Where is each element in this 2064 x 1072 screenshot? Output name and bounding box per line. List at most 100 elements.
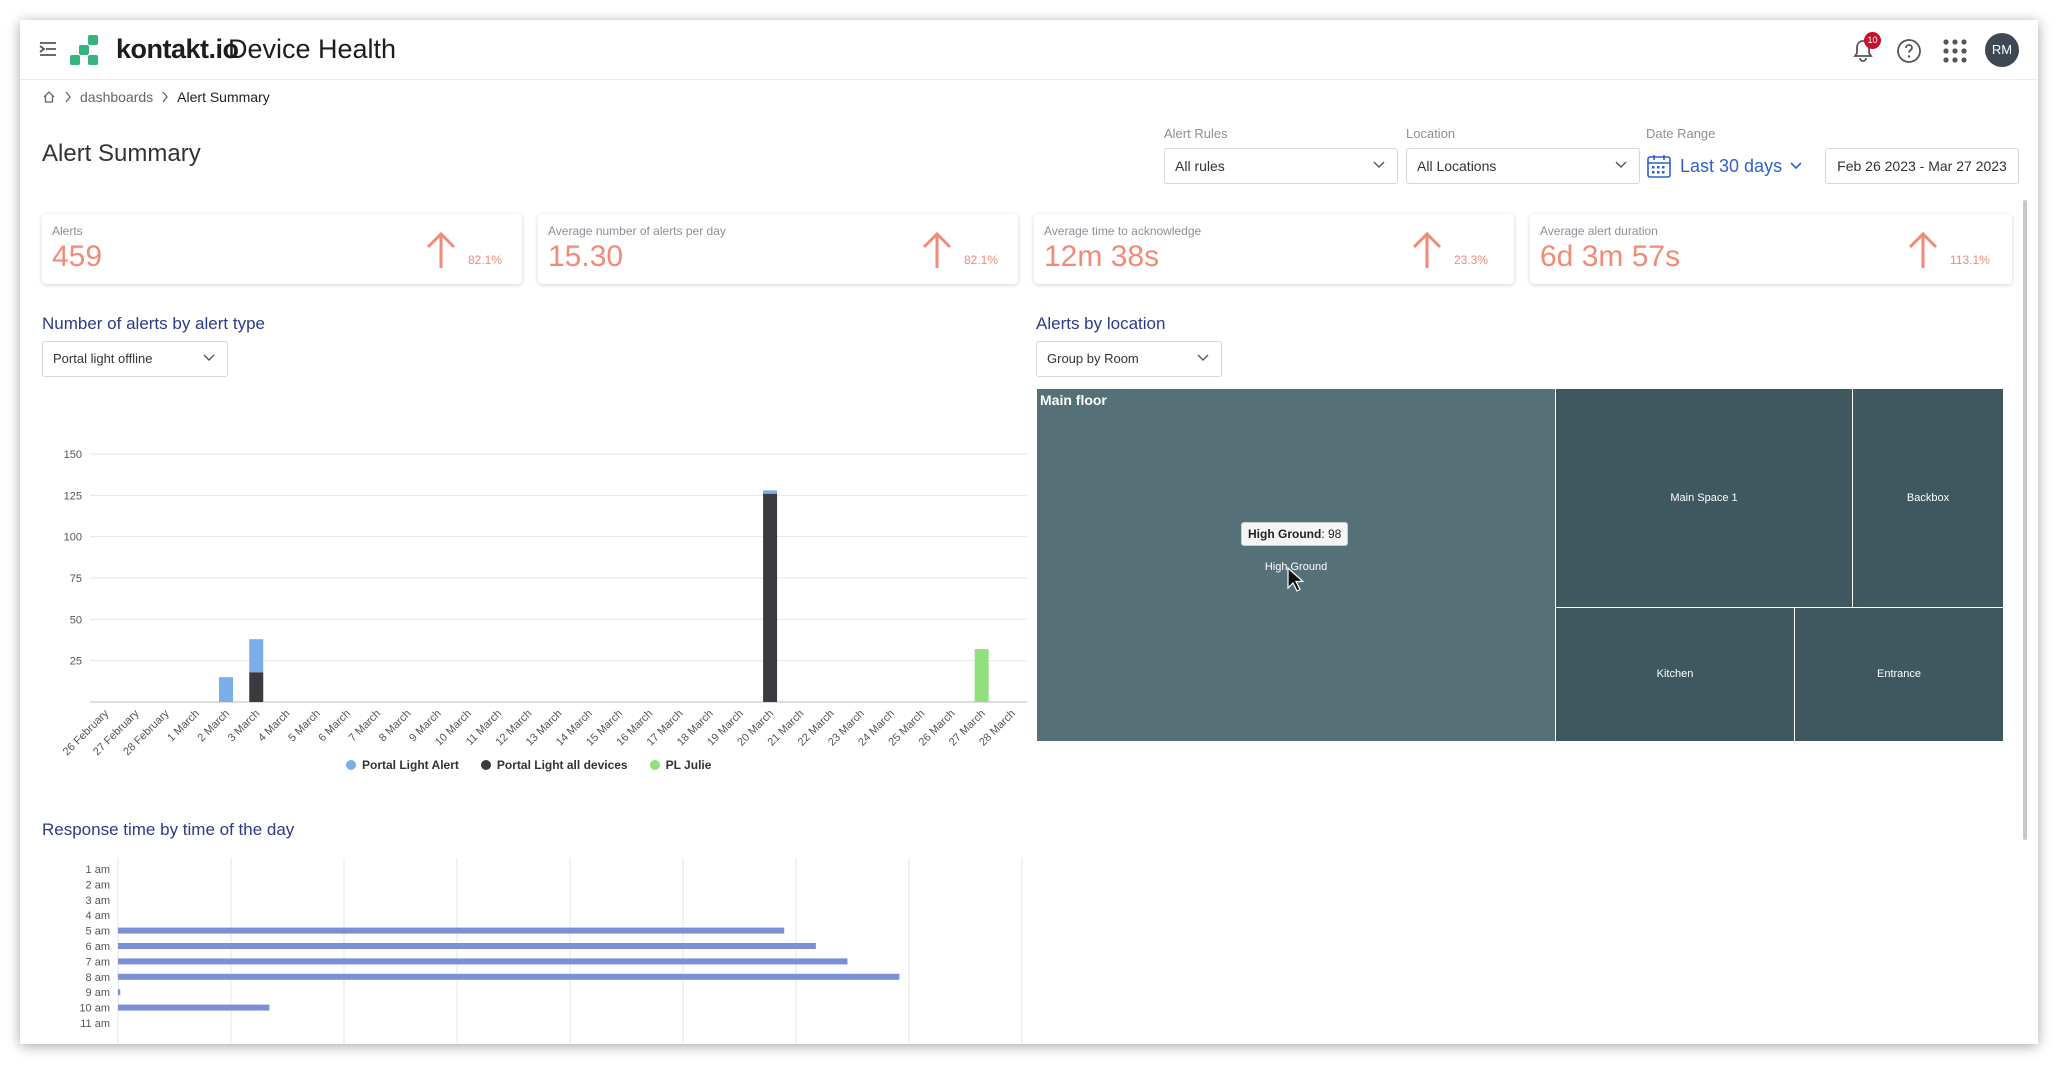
arrow-up-icon [1908,231,1938,268]
x-tick-label: 6 March [316,708,353,745]
product-name: Device Health [228,34,397,64]
legend-label: PL Julie [665,758,712,772]
legend-item[interactable]: Portal Light Alert [346,758,459,772]
tooltip-name: High Ground [1248,527,1322,541]
y-tick-label: 100 [64,532,82,544]
y-tick-label: 75 [70,573,82,585]
kpi-card-alert-duration: Average alert duration 6d 3m 57s 113.1% [1530,214,2012,284]
treemap-cell-kitchen[interactable]: Kitchen [1555,607,1795,742]
alert-rules-select[interactable]: All rules [1164,148,1398,184]
location-label: Location [1406,126,1456,141]
kpi-label: Average number of alerts per day [548,224,726,238]
y-tick-label: 5 am [86,926,110,938]
arrow-up-icon [922,231,952,268]
chevron-right-icon [162,91,169,103]
date-range-input[interactable]: Feb 26 2023 - Mar 27 2023 [1825,148,2019,184]
x-tick-label: 5 March [286,708,323,745]
breadcrumb-dashboards[interactable]: dashboards [80,89,153,105]
app-window: kontakt.io Device Health 10 RM dashboard… [20,20,2038,1044]
legend-dot [480,760,491,770]
bar-portal-light-all-devices [249,672,264,702]
chevron-down-icon [1790,162,1802,170]
response-bar [118,958,848,965]
legend-item[interactable]: PL Julie [649,758,712,772]
chevron-down-icon [1373,161,1385,168]
alerts-by-location-title: Alerts by location [1036,314,1166,333]
y-tick-label: 4 am [86,910,110,922]
breadcrumb: dashboards Alert Summary [42,89,270,105]
y-tick-label: 125 [64,490,82,502]
brand-name: kontakt.io [116,34,239,64]
page-scrollbar[interactable] [2023,200,2027,840]
calendar-icon [1647,155,1671,178]
bar-portal-light-alert [763,490,778,494]
treemap-label: Kitchen [1656,668,1694,680]
legend-label: Portal Light all devices [496,758,628,772]
legend-label: Portal Light Alert [362,758,459,772]
kpi-card-alerts-per-day: Average number of alerts per day 15.30 8… [538,214,1018,284]
kpi-change: 82.1% [468,253,503,267]
home-icon[interactable] [42,90,56,104]
legend-dot [346,760,356,770]
treemap-cell-high-ground[interactable]: High Ground [1036,388,1556,742]
breadcrumb-current: Alert Summary [177,89,270,105]
x-tick-label: 1 March [165,708,202,745]
y-tick-label: 150 [64,449,82,461]
treemap-cell-main-space-1[interactable]: Main Space 1 [1555,388,1853,608]
response-bar [118,1004,270,1011]
group-by-select[interactable]: Group by Room [1036,341,1222,377]
kpi-label: Average alert duration [1540,224,1658,238]
kpi-card-alerts: Alerts 459 82.1% [42,214,522,284]
location-select[interactable]: All Locations [1406,148,1640,184]
alerts-by-type-chart: 25507510012515026 February27 February28 … [61,449,1027,758]
kpi-label: Average time to acknowledge [1044,224,1202,238]
page-title: Alert Summary [42,140,201,167]
response-bar [118,943,816,949]
y-tick-label: 9 am [86,987,110,999]
chevron-down-icon [1197,354,1209,361]
treemap-cell-entrance[interactable]: Entrance [1794,607,2004,742]
kpi-value: 6d 3m 57s [1540,240,1681,273]
arrow-up-icon [426,231,456,268]
response-bar [118,973,900,980]
kpi-change: 113.1% [1950,253,1990,267]
kpi-value: 12m 38s [1044,240,1160,273]
apps-grid-icon[interactable] [1942,38,1968,64]
group-by-value: Group by Room [1047,351,1139,366]
x-tick-label: 7 March [347,708,384,745]
user-avatar[interactable]: RM [1985,33,2019,67]
y-tick-label: 10 am [79,1003,110,1015]
alert-rules-value: All rules [1175,158,1225,174]
kpi-label: Alerts [52,224,83,238]
bar-portal-light-all-devices [763,493,778,702]
y-tick-label: 8 am [86,972,110,984]
treemap-label: Entrance [1876,668,1922,680]
notification-count-badge: 10 [1864,32,1881,49]
location-value: All Locations [1417,158,1497,174]
date-range-preset[interactable]: Last 30 days [1646,148,1802,184]
response-bar [118,927,785,934]
tooltip-value: : 98 [1321,527,1342,541]
x-tick-label: 2 March [196,708,233,745]
y-tick-label: 3 am [86,895,110,907]
response-time-title: Response time by time of the day [42,820,295,839]
date-range-preset-label: Last 30 days [1680,155,1783,176]
help-icon[interactable] [1896,38,1922,64]
response-bar [118,989,121,996]
bar-pl-julie [974,649,989,702]
treemap-label: Main Space 1 [1670,492,1738,504]
treemap-tooltip: High Ground: 98 [1241,522,1349,546]
kpi-change: 23.3% [1454,253,1489,267]
chart-legend: Portal Light Alert Portal Light all devic… [346,758,711,772]
menu-toggle-icon[interactable] [38,40,58,58]
x-tick-label: 4 March [256,708,293,745]
chevron-down-icon [1615,161,1627,168]
y-tick-label: 6 am [86,941,110,953]
y-tick-label: 2 am [86,879,110,891]
y-tick-label: 11 am [80,1018,110,1030]
kpi-value: 15.30 [548,240,624,273]
alert-type-select[interactable]: Portal light offline [42,341,228,377]
legend-item[interactable]: Portal Light all devices [480,758,628,772]
y-tick-label: 50 [70,614,82,626]
treemap-cell-backbox[interactable]: Backbox [1852,388,2004,608]
